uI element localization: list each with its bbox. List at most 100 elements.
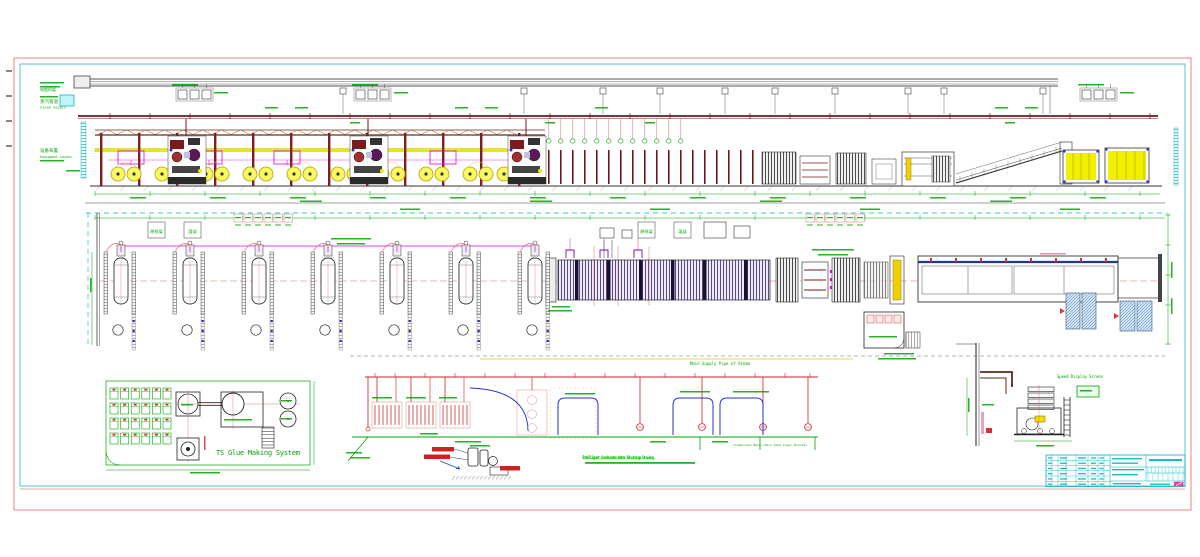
callout-label-red [500, 466, 520, 471]
greeked-text [1005, 122, 1015, 124]
greeked-text [690, 197, 706, 199]
greeked-text [1060, 478, 1067, 479]
greeked-text [837, 225, 843, 226]
greeked-text [878, 358, 916, 360]
greeked-text [869, 336, 897, 338]
greeked-text [1090, 197, 1106, 199]
greeked-text [650, 209, 670, 211]
greeked-text [40, 86, 60, 88]
greeked-text [1048, 457, 1052, 458]
red-cabinet [986, 428, 992, 433]
greeked-text [807, 225, 813, 226]
greeked-text [650, 441, 666, 443]
greeked-text [1091, 473, 1096, 474]
steam-pipe-label-cn: 蒸汽管道 [40, 98, 58, 105]
greeked-text [585, 462, 695, 464]
greeked-text [1091, 457, 1096, 458]
greeked-text [265, 225, 271, 226]
incline-conveyor [956, 142, 1072, 184]
plan-view: 原纸架 湿部 原纸架 湿部 [86, 213, 1171, 359]
callout-label-red [424, 455, 450, 460]
greeked-text [290, 197, 306, 199]
greeked-text [1060, 457, 1067, 458]
greeked-text [40, 160, 64, 162]
greeked-text [884, 353, 914, 355]
speed-display-label: Speed Display Screen [1057, 374, 1104, 379]
greeked-text [214, 92, 228, 94]
greeked-text [350, 457, 370, 459]
greeked-text [968, 398, 970, 412]
greeked-text [224, 419, 252, 421]
greeked-text [204, 436, 206, 450]
steam-supply-title: Main Supply Pipe of Steam [690, 361, 751, 366]
greeked-text [1150, 484, 1170, 485]
greeked-text [1120, 92, 1134, 94]
greeked-text [1091, 478, 1096, 479]
greeked-text [1040, 253, 1066, 255]
greeked-text [66, 170, 80, 172]
greeked-text [1112, 463, 1138, 464]
greeked-text [995, 107, 1008, 109]
greeked-text [1060, 209, 1080, 211]
greeked-text [1078, 84, 1104, 86]
stacker-machine-side [1014, 385, 1070, 437]
greeked-text [130, 197, 146, 199]
storage-tanks [280, 393, 296, 427]
greeked-text [470, 445, 490, 447]
greeked-text [1060, 463, 1067, 464]
greeked-text [1060, 473, 1067, 474]
equipment-layout-label-en: Equipment Layout [40, 155, 72, 159]
callout-label-red [432, 447, 454, 452]
greeked-text [857, 225, 863, 226]
greeked-text [350, 122, 360, 124]
greeked-text [275, 217, 281, 218]
glue-pump-unit [177, 438, 199, 460]
double-facer-plan [546, 258, 770, 302]
greeked-text [331, 238, 371, 240]
fold-mark [6, 120, 12, 122]
greeked-text [1060, 468, 1067, 469]
greeked-text [337, 243, 365, 245]
greeked-text [530, 197, 546, 199]
greeked-text [1078, 468, 1086, 469]
greeked-text [245, 225, 251, 226]
greeked-text [807, 217, 813, 218]
greeked-text [1171, 262, 1173, 278]
greeked-text [1100, 473, 1104, 474]
greeked-text [1100, 484, 1104, 485]
fold-mark [6, 70, 12, 72]
greeked-text [1048, 468, 1052, 469]
speed-display-area: Speed Display Screen [956, 343, 1104, 446]
greeked-text [1036, 445, 1054, 447]
steam-coil-unit [517, 377, 596, 438]
greeked-text [990, 201, 1012, 203]
greeked-text [281, 400, 292, 402]
greeked-text [420, 433, 438, 435]
greeked-text [439, 397, 457, 399]
greeked-text [181, 404, 193, 406]
greeked-text [275, 225, 281, 226]
greeked-text [565, 393, 595, 395]
greeked-text [40, 82, 64, 84]
fold-mark [6, 95, 12, 97]
greeked-text [545, 122, 555, 124]
greeked-text [1048, 484, 1052, 485]
steam-source-box [60, 95, 74, 106]
greeked-text [265, 107, 278, 109]
greeked-text [285, 217, 291, 218]
greeked-text [255, 225, 261, 226]
steam-pipe-label-en: Steam Supply [40, 106, 66, 110]
greeked-text [680, 391, 710, 393]
greeked-text [595, 107, 608, 109]
greeked-text [1149, 459, 1182, 461]
greeked-text [1100, 478, 1104, 479]
greeked-text [235, 225, 241, 226]
greeked-text [255, 217, 261, 218]
slitter-cutoff-plan [776, 256, 904, 304]
greeked-text [817, 225, 823, 226]
greeked-text [485, 107, 498, 109]
mill-roll-stand-label: 原纸架 [150, 228, 163, 235]
greeked-text [190, 472, 220, 474]
greeked-text [40, 96, 58, 98]
condensate-bracket-note: Condensate Water Main Pipe Lower Bracket [733, 443, 807, 447]
